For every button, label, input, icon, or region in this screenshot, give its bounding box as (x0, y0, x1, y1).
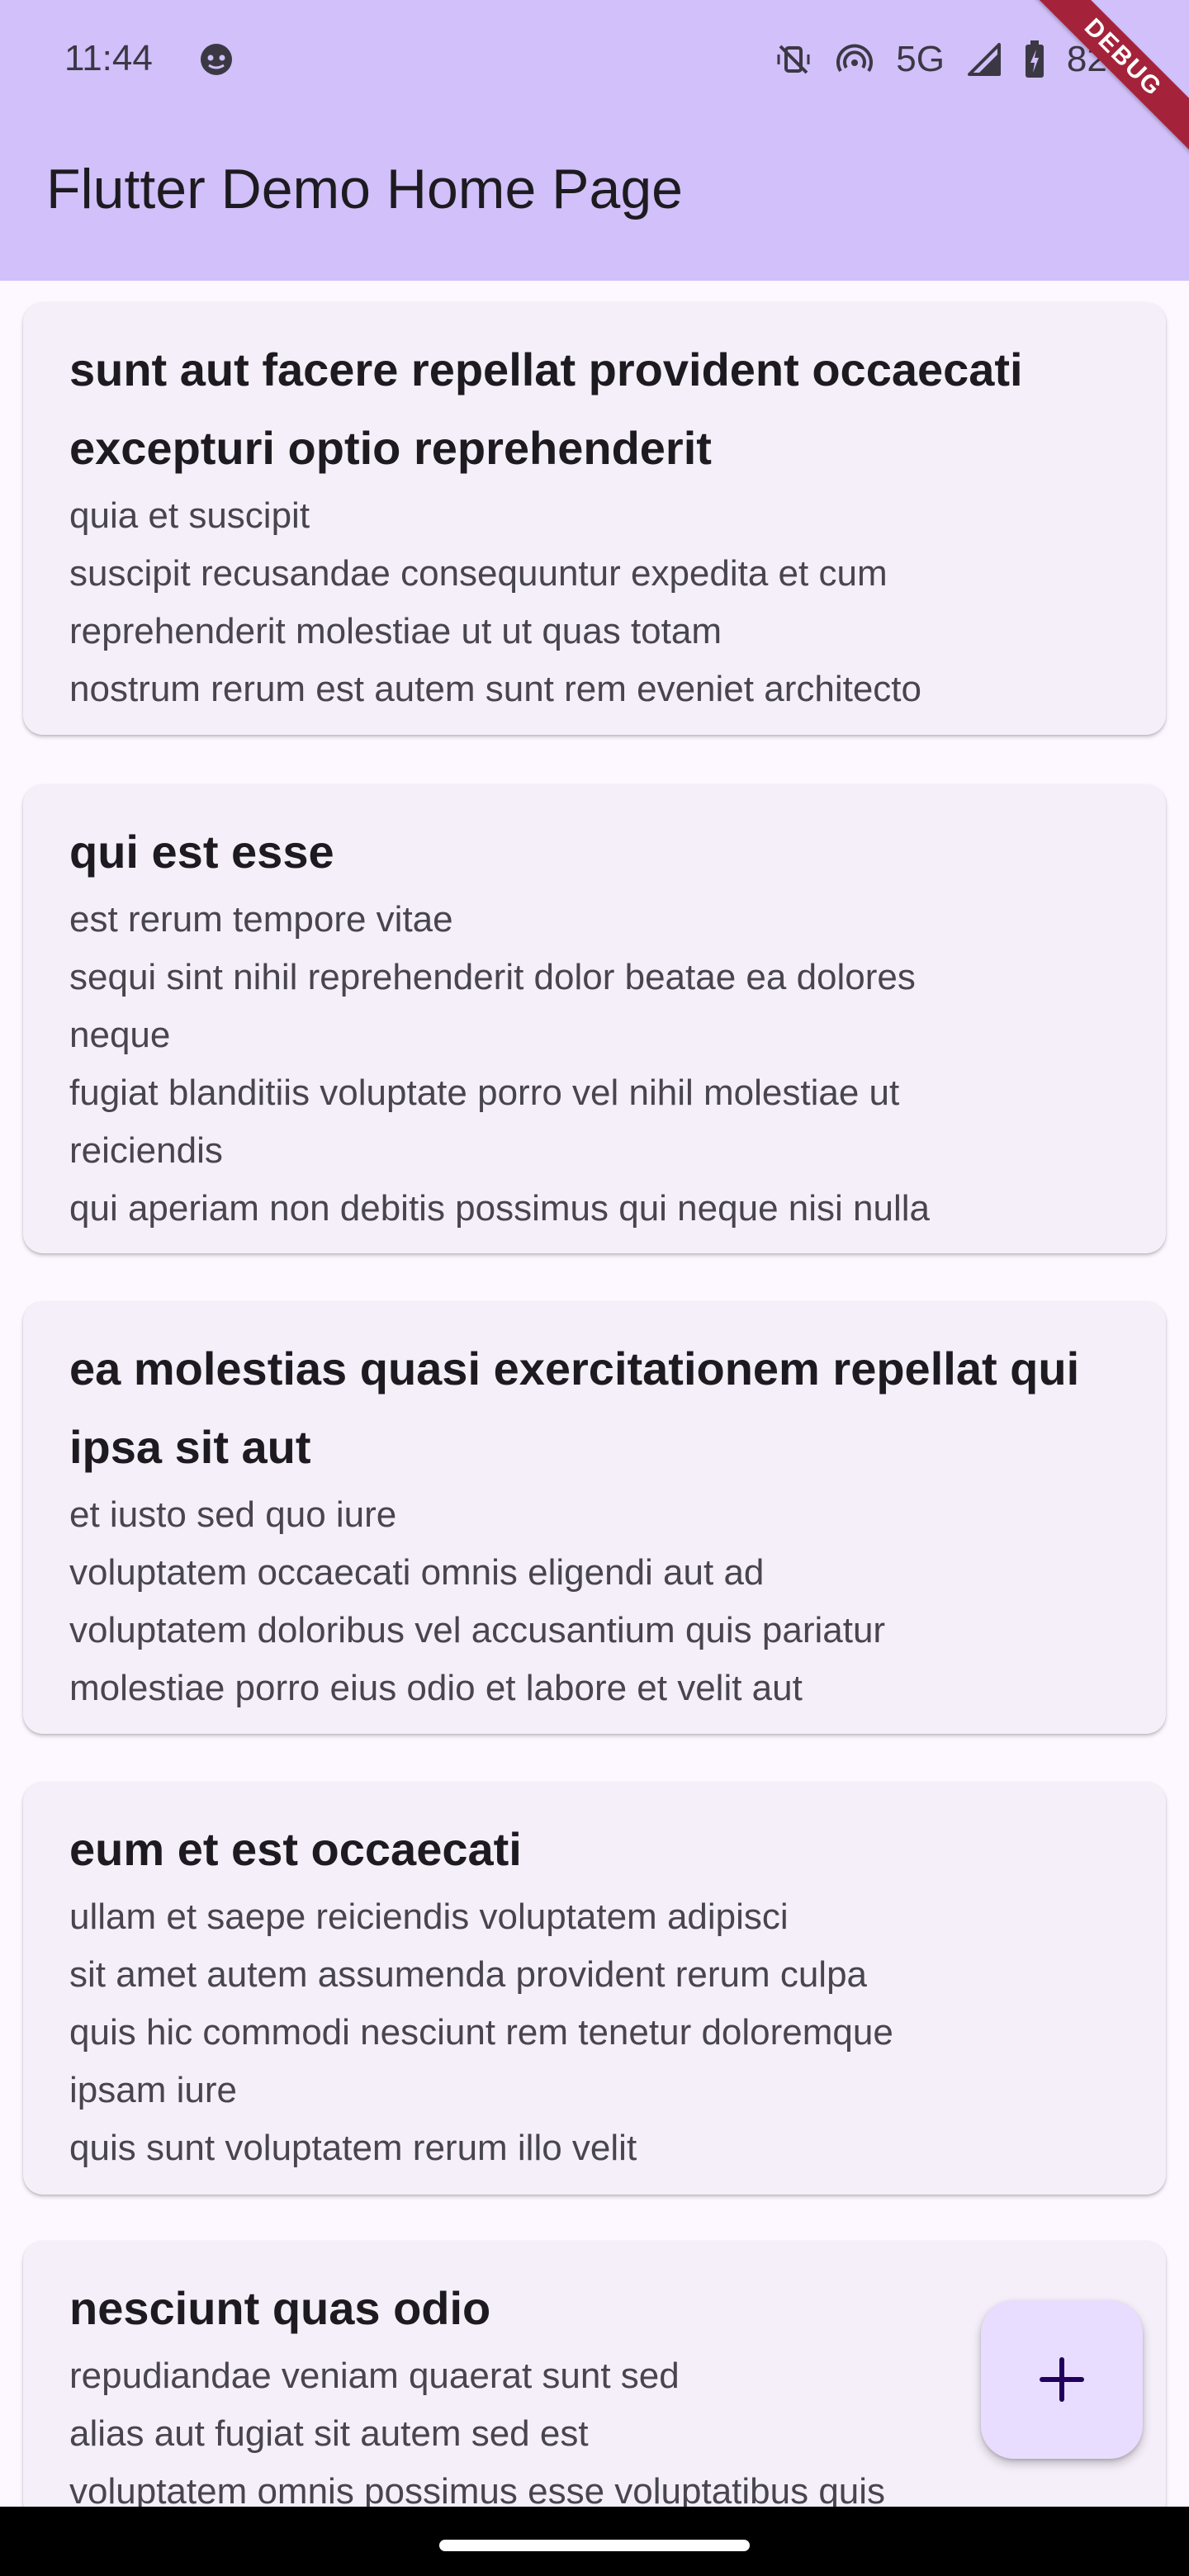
network-label: 5G (896, 39, 945, 79)
post-body: et iusto sed quo iure voluptatem occaeca… (69, 1494, 886, 1708)
app-bar-title: Flutter Demo Home Page (46, 158, 683, 220)
post-body: quia et suscipit suscipit recusandae con… (69, 495, 921, 709)
post-body: ullam et saepe reiciendis voluptatem adi… (69, 1896, 893, 2168)
signal-icon (966, 41, 1002, 78)
home-indicator[interactable] (439, 2540, 750, 2551)
post-title: sunt aut facere repellat provident occae… (69, 343, 1023, 474)
post-title: qui est esse (69, 826, 334, 878)
post-body: est rerum tempore vitae sequi sint nihil… (69, 899, 930, 1229)
post-body: repudiandae veniam quaerat sunt sed alia… (69, 2356, 886, 2512)
add-button[interactable] (981, 2300, 1143, 2459)
face-icon (198, 41, 234, 78)
post-card[interactable]: ea molestias quasi exercitationem repell… (23, 1301, 1166, 1734)
battery-percent: 82% (1066, 39, 1139, 79)
status-time: 11:44 (64, 38, 153, 78)
post-card[interactable]: sunt aut facere repellat provident occae… (23, 302, 1166, 735)
post-card[interactable]: eum et est occaecati ullam et saepe reic… (23, 1782, 1166, 2195)
app-bar: 11:44 5G 82% Flutter Demo Home Page (0, 0, 1189, 281)
status-bar: 11:44 5G 82% (0, 0, 1189, 119)
add-icon (1040, 2357, 1084, 2402)
vibrate-off-icon (774, 40, 813, 79)
post-title: ea molestias quasi exercitationem repell… (69, 1342, 1080, 1473)
post-title: eum et est occaecati (69, 1823, 522, 1875)
post-card[interactable]: qui est esse est rerum tempore vitae seq… (23, 784, 1166, 1253)
post-title: nesciunt quas odio (69, 2282, 491, 2334)
hotspot-icon (835, 40, 874, 79)
status-icons: 5G 82% (774, 36, 1139, 83)
battery-charging-icon (1024, 40, 1045, 79)
